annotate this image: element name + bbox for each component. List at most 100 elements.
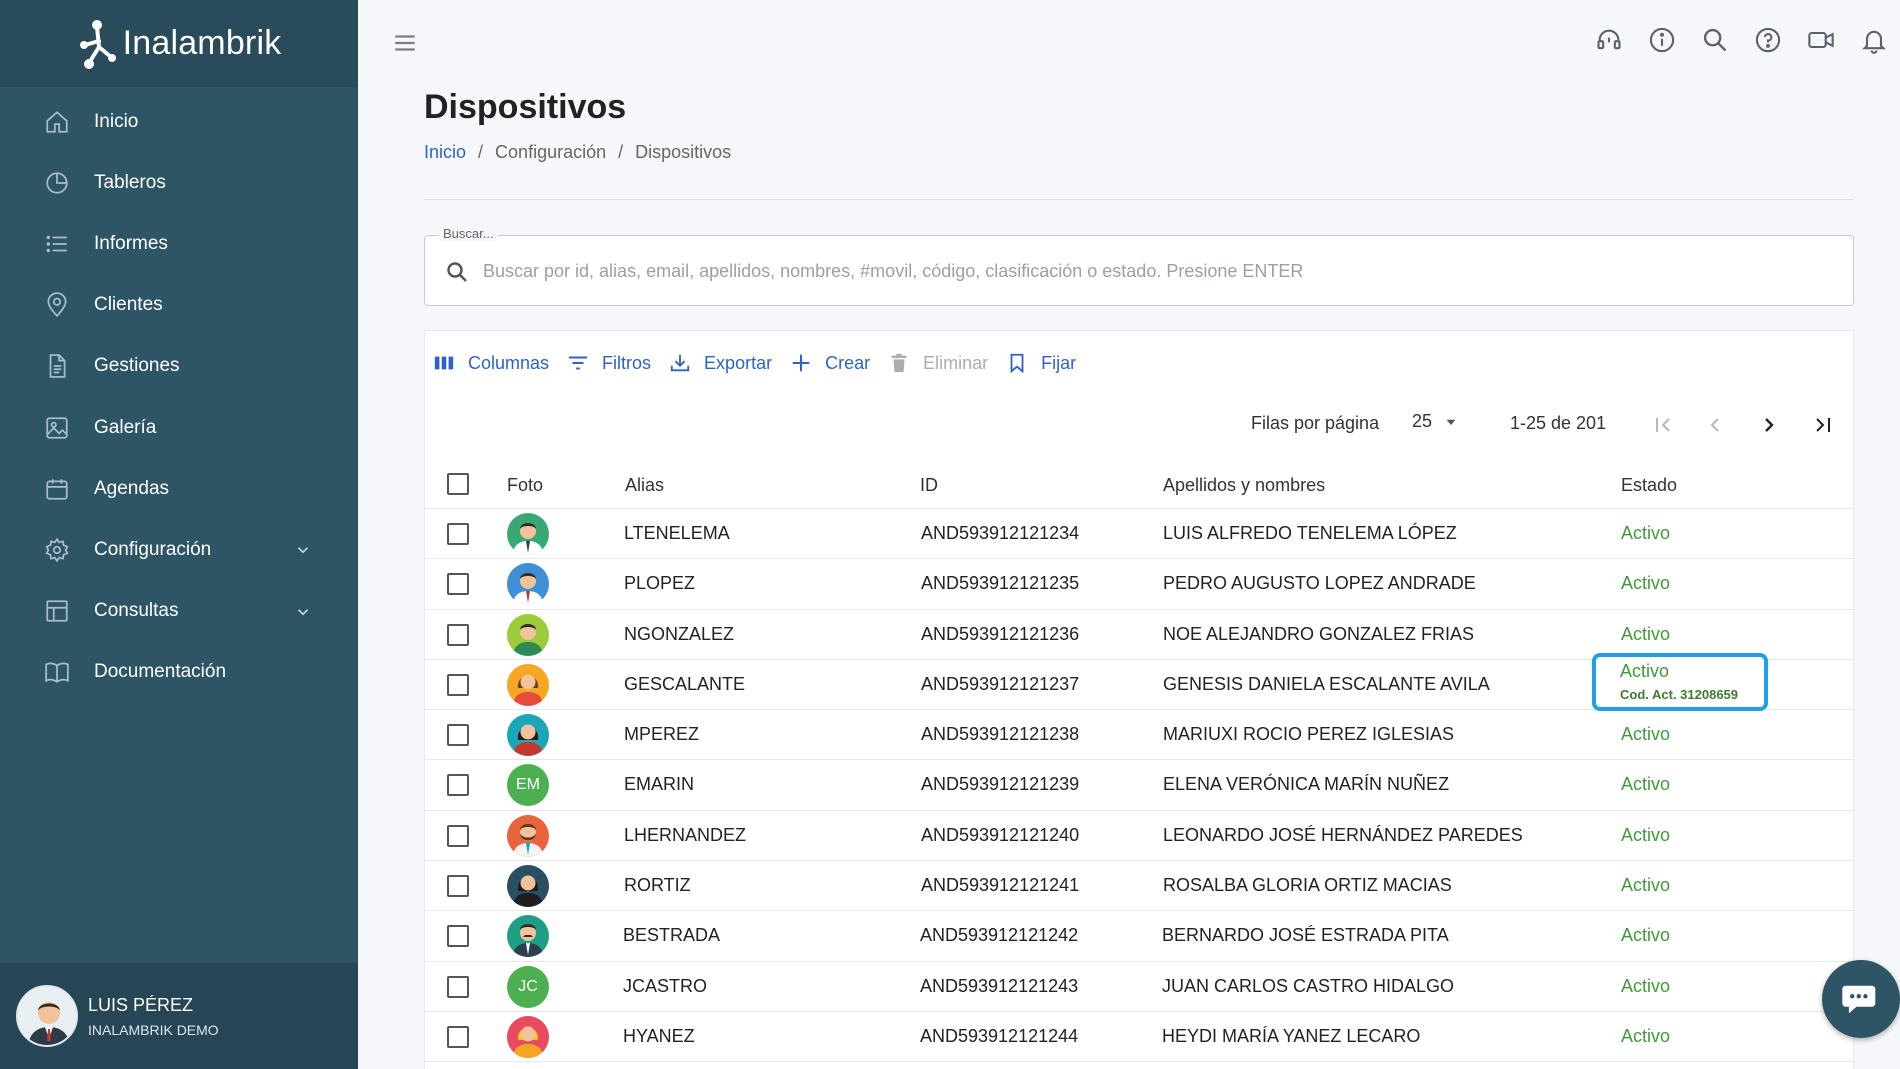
sidebar-item-label: Inicio <box>94 110 139 132</box>
sidebar-item-inicio[interactable]: Inicio <box>0 91 358 152</box>
status-badge: Activo <box>1621 523 1671 543</box>
help-icon[interactable] <box>1754 26 1782 54</box>
sidebar-item-informes[interactable]: Informes <box>0 213 358 274</box>
sidebar-item-consultas[interactable]: Consultas <box>0 581 358 642</box>
table-row[interactable]: GESCALANTE AND593912121237 GENESIS DANIE… <box>425 652 1853 711</box>
sidebar-item-configuracion[interactable]: Configuración <box>0 519 358 580</box>
name-cell: GENESIS DANIELA ESCALANTE AVILA <box>1163 673 1490 694</box>
table-header: Foto Alias ID Apellidos y nombres Estado <box>425 459 1853 509</box>
alias-cell: BESTRADA <box>623 925 721 946</box>
chevron-down-icon[interactable] <box>294 541 312 559</box>
search-input[interactable] <box>483 254 1833 288</box>
status-badge: Activo <box>1621 724 1671 745</box>
table-toolbar: Columnas Filtros Exportar Crear Eliminar… <box>433 345 1094 381</box>
breadcrumb-configuracion[interactable]: Configuración <box>495 142 606 163</box>
table-row[interactable]: LTENELEMA AND593912121234 LUIS ALFREDO T… <box>425 509 1853 560</box>
row-checkbox[interactable] <box>447 1025 469 1048</box>
header-alias[interactable]: Alias <box>625 475 664 496</box>
sidebar-item-label: Configuración <box>94 538 212 560</box>
header-name[interactable]: Apellidos y nombres <box>1163 475 1325 496</box>
user-profile[interactable]: LUIS PÉREZ INALAMBRIK DEMO <box>0 963 358 1069</box>
header-photo[interactable]: Foto <box>507 475 543 496</box>
table-row[interactable]: JC JCASTRO AND593912121243 JUAN CARLOS C… <box>425 962 1853 1012</box>
table-row[interactable]: LHERNANDEZ AND593912121240 LEONARDO JOSÉ… <box>425 811 1853 862</box>
avatar-initials: EM <box>507 764 549 807</box>
create-button[interactable]: Crear <box>790 352 870 374</box>
logo[interactable]: Inalambrik <box>0 0 358 87</box>
row-checkbox[interactable] <box>447 523 469 545</box>
select-all-checkbox[interactable] <box>447 473 469 495</box>
rows-per-page-label: Filas por página <box>1251 413 1380 433</box>
search-icon[interactable] <box>1701 26 1729 54</box>
alias-cell: EMARIN <box>624 774 695 795</box>
header-status[interactable]: Estado <box>1621 475 1677 496</box>
breadcrumb-current: Dispositivos <box>635 142 732 162</box>
header-id[interactable]: ID <box>920 475 938 496</box>
row-checkbox[interactable] <box>447 724 469 747</box>
table-row[interactable]: MPEREZ AND593912121238 MARIUXI ROCIO PER… <box>425 710 1853 761</box>
page-title: Dispositivos <box>424 88 627 126</box>
row-checkbox[interactable] <box>447 975 469 998</box>
row-checkbox[interactable] <box>447 673 469 696</box>
id-cell: AND593912121235 <box>921 573 1080 594</box>
sidebar-item-gestiones[interactable]: Gestiones <box>0 336 358 397</box>
row-checkbox[interactable] <box>447 875 469 898</box>
row-checkbox[interactable] <box>447 573 469 596</box>
breadcrumb-inicio[interactable]: Inicio <box>424 142 466 163</box>
delete-button[interactable]: Eliminar <box>888 352 988 374</box>
sidebar-item-label: Informes <box>94 232 168 254</box>
divider <box>424 199 1854 200</box>
sidebar-item-tableros[interactable]: Tableros <box>0 152 358 213</box>
sidebar-item-label: Documentación <box>94 661 227 683</box>
row-checkbox[interactable] <box>447 623 469 646</box>
bell-icon[interactable] <box>1860 26 1888 54</box>
pin-button[interactable]: Fijar <box>1006 352 1076 374</box>
gear-icon <box>44 537 70 563</box>
chevron-down-icon[interactable] <box>294 603 312 621</box>
filters-label: Filtros <box>602 352 652 373</box>
rows-per-page-select[interactable]: 25 <box>1412 411 1460 432</box>
caret-down-icon <box>1442 413 1460 431</box>
id-cell: AND593912121237 <box>921 673 1080 694</box>
table-row[interactable]: EM EMARIN AND593912121239 ELENA VERÓNICA… <box>425 760 1853 811</box>
sidebar-item-documentacion[interactable]: Documentación <box>0 642 358 703</box>
page-range: 1-25 de 201 <box>1510 413 1607 433</box>
user-org: INALAMBRIK DEMO <box>88 1021 219 1038</box>
sidebar-item-galeria[interactable]: Galería <box>0 397 358 458</box>
alias-cell: JCASTRO <box>623 975 708 996</box>
sidebar-nav: Inicio Tableros Informes Clientes Gestio… <box>0 87 358 703</box>
name-cell: PEDRO AUGUSTO LOPEZ ANDRADE <box>1163 573 1476 594</box>
sidebar-item-clientes[interactable]: Clientes <box>0 275 358 336</box>
row-checkbox[interactable] <box>447 824 469 847</box>
row-checkbox[interactable] <box>447 774 469 797</box>
export-button[interactable]: Exportar <box>669 352 772 374</box>
status-badge: Activo <box>1621 573 1671 594</box>
chat-button[interactable] <box>1822 960 1900 1038</box>
first-page-icon[interactable] <box>1651 413 1675 437</box>
columns-button[interactable]: Columnas <box>433 352 549 374</box>
table-body: LTENELEMA AND593912121234 LUIS ALFREDO T… <box>425 509 1853 1063</box>
previous-page-icon[interactable] <box>1703 413 1727 437</box>
name-cell: JUAN CARLOS CASTRO HIDALGO <box>1162 975 1455 996</box>
avatar <box>16 985 78 1047</box>
sidebar-item-agendas[interactable]: Agendas <box>0 458 358 519</box>
menu-icon[interactable] <box>392 30 418 56</box>
name-cell: ROSALBA GLORIA ORTIZ MACIAS <box>1163 875 1452 896</box>
last-page-icon[interactable] <box>1811 413 1835 437</box>
filters-button[interactable]: Filtros <box>567 352 651 374</box>
video-camera-icon[interactable] <box>1807 26 1835 54</box>
row-checkbox[interactable] <box>447 925 469 948</box>
info-icon[interactable] <box>1648 26 1676 54</box>
support-headset-icon[interactable] <box>1595 26 1623 54</box>
woman-orange-icon <box>507 663 549 706</box>
name-cell: LUIS ALFREDO TENELEMA LÓPEZ <box>1163 523 1457 543</box>
status-badge: Activo <box>1621 875 1671 896</box>
status-badge: Activo <box>1621 774 1671 795</box>
sidebar-item-label: Consultas <box>94 600 179 622</box>
sidebar-item-label: Galería <box>94 416 157 438</box>
table-row[interactable]: BESTRADA AND593912121242 BERNARDO JOSÉ E… <box>425 911 1853 962</box>
table-row[interactable]: HYANEZ AND593912121244 HEYDI MARÍA YANEZ… <box>425 1012 1853 1063</box>
next-page-icon[interactable] <box>1757 413 1781 437</box>
table-row[interactable]: RORTIZ AND593912121241 ROSALBA GLORIA OR… <box>425 861 1853 912</box>
table-row[interactable]: PLOPEZ AND593912121235 PEDRO AUGUSTO LOP… <box>425 559 1853 610</box>
